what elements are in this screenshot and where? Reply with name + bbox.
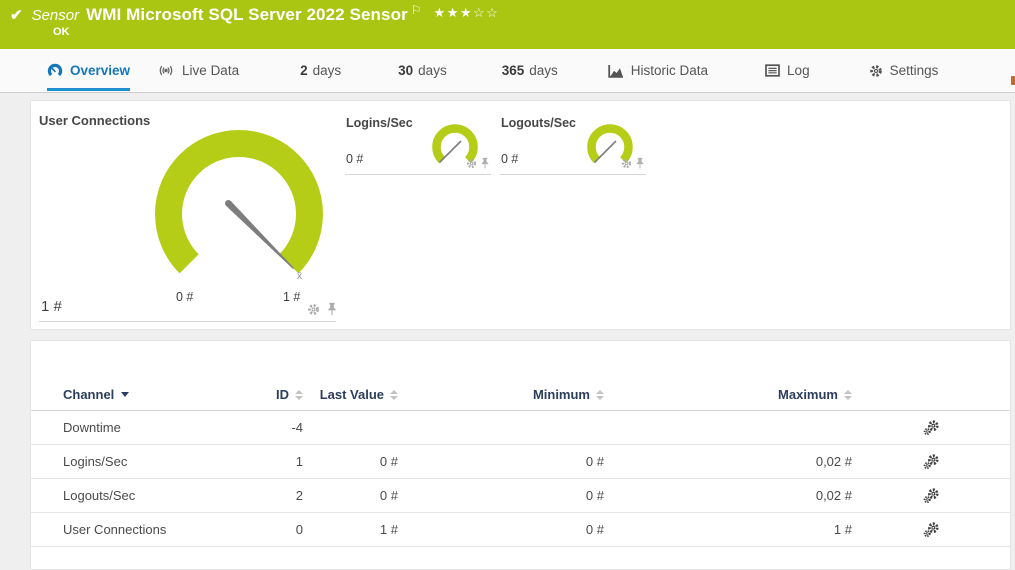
channel-maximum: 1 #: [604, 522, 852, 537]
status-ok-check-icon: ✔: [10, 6, 23, 24]
tab-2-days[interactable]: 2 days: [300, 49, 341, 92]
tab-label: Live Data: [182, 63, 239, 78]
small-gauge-value: 0 #: [346, 152, 363, 166]
gauge-icon: [47, 63, 63, 79]
gauge-pin-icon[interactable]: [480, 157, 490, 169]
gauge-pin-icon[interactable]: [635, 157, 645, 169]
header-last-value[interactable]: Last Value: [303, 387, 398, 402]
channel-minimum: 0 #: [398, 488, 604, 503]
sensor-header-bar: ✔ Sensor WMI Microsoft SQL Server 2022 S…: [0, 0, 1015, 49]
header-channel[interactable]: Channel: [63, 387, 129, 402]
header-label: Channel: [63, 387, 114, 402]
edit-channel-gears-icon[interactable]: [923, 488, 939, 504]
channel-name: Logouts/Sec: [63, 488, 239, 503]
cut-off-icon: [1011, 76, 1015, 85]
small-gauge-title: Logins/Sec: [346, 116, 413, 130]
gauge-divider: [500, 174, 646, 175]
stars-empty[interactable]: ☆☆: [473, 5, 499, 20]
small-gauge-value: 0 #: [501, 152, 518, 166]
log-list-icon: [765, 64, 780, 77]
channel-maximum: 0,02 #: [604, 488, 852, 503]
channel-name: Downtime: [63, 420, 239, 435]
channel-last-value: 0 #: [303, 488, 398, 503]
header-minimum[interactable]: Minimum: [398, 387, 604, 402]
table-row-downtime: Downtime -4: [31, 411, 1010, 445]
gauge-mean-marker: x̄: [297, 271, 302, 282]
priority-flag-icon[interactable]: ⚐: [411, 3, 422, 17]
tab-30-days[interactable]: 30 days: [398, 49, 447, 92]
tab-log[interactable]: Log: [765, 49, 810, 92]
channel-last-value: 0 #: [303, 454, 398, 469]
primary-gauge-value: 1 #: [41, 298, 62, 315]
tab-label: Log: [787, 63, 810, 78]
channel-last-value: 1 #: [303, 522, 398, 537]
header-label: Maximum: [778, 387, 838, 402]
header-label: Last Value: [320, 387, 384, 402]
header-maximum[interactable]: Maximum: [604, 387, 852, 402]
gauge-max-label: 1 #: [283, 290, 300, 304]
gauge-divider: [345, 174, 491, 175]
gauge-divider: [39, 321, 336, 322]
channel-minimum: 0 #: [398, 454, 604, 469]
channel-table-panel: Channel ID Last Value Minimum Maximum Do…: [30, 340, 1011, 570]
sort-toggle-icon: [390, 390, 398, 400]
gear-icon: [869, 64, 883, 78]
tab-live-data[interactable]: Live Data: [157, 49, 239, 92]
channel-id: -4: [239, 420, 303, 435]
gauge-settings-gear-icon[interactable]: [621, 158, 632, 169]
gauge-settings-gear-icon[interactable]: [466, 158, 477, 169]
header-label: Minimum: [533, 387, 590, 402]
gauge-min-label: 0 #: [176, 290, 193, 304]
channel-maximum: 0,02 #: [604, 454, 852, 469]
channel-id: 0: [239, 522, 303, 537]
tab-number: 30: [398, 63, 413, 78]
channel-table-header: Channel ID Last Value Minimum Maximum: [31, 379, 1010, 411]
small-gauge-logouts: Logouts/Sec 0 #: [500, 111, 646, 181]
channel-id: 1: [239, 454, 303, 469]
channel-name: User Connections: [63, 522, 239, 537]
gauges-panel: User Connections x̄ 0 # 1 # 1 # Logins/S…: [30, 100, 1011, 330]
sort-descending-icon: [121, 392, 129, 397]
tab-label: days: [529, 63, 558, 78]
small-gauge-title: Logouts/Sec: [501, 116, 576, 130]
tab-settings[interactable]: Settings: [869, 49, 939, 92]
tab-overview[interactable]: Overview: [47, 49, 130, 92]
tab-number: 2: [300, 63, 308, 78]
table-row-user-connections: User Connections 0 1 # 0 # 1 #: [31, 513, 1010, 547]
tab-number: 365: [502, 63, 525, 78]
object-kind-label: Sensor: [32, 7, 80, 24]
edit-channel-gears-icon[interactable]: [923, 454, 939, 470]
historic-chart-icon: [608, 64, 624, 78]
edit-channel-gears-icon[interactable]: [923, 420, 939, 436]
sort-toggle-icon: [295, 390, 303, 400]
tab-label: Overview: [70, 63, 130, 78]
tab-label: Historic Data: [631, 63, 708, 78]
channel-id: 2: [239, 488, 303, 503]
tab-365-days[interactable]: 365 days: [502, 49, 558, 92]
sort-toggle-icon: [844, 390, 852, 400]
primary-gauge: [149, 115, 339, 280]
header-label: ID: [276, 387, 289, 402]
tab-label: Settings: [890, 63, 939, 78]
stars-filled[interactable]: ★★★: [434, 5, 473, 20]
primary-gauge-title: User Connections: [39, 113, 150, 128]
gauge-pin-icon[interactable]: [326, 302, 338, 316]
sensor-status-text: OK: [53, 26, 70, 38]
channel-name: Logins/Sec: [63, 454, 239, 469]
sensor-title: WMI Microsoft SQL Server 2022 Sensor: [86, 5, 408, 25]
table-row-logins: Logins/Sec 1 0 # 0 # 0,02 #: [31, 445, 1010, 479]
tab-label: days: [418, 63, 447, 78]
sort-toggle-icon: [596, 390, 604, 400]
table-row-logouts: Logouts/Sec 2 0 # 0 # 0,02 #: [31, 479, 1010, 513]
gauge-settings-gear-icon[interactable]: [307, 303, 320, 316]
channel-minimum: 0 #: [398, 522, 604, 537]
priority-stars[interactable]: ★★★☆☆: [434, 5, 500, 21]
live-data-icon: [157, 64, 175, 77]
tab-bar: Overview Live Data 2 days 30 days 365 da…: [0, 49, 1015, 93]
small-gauge-logins: Logins/Sec 0 #: [345, 111, 491, 181]
edit-channel-gears-icon[interactable]: [923, 522, 939, 538]
header-id[interactable]: ID: [239, 387, 303, 402]
tab-label: days: [313, 63, 342, 78]
tab-historic-data[interactable]: Historic Data: [608, 49, 708, 92]
